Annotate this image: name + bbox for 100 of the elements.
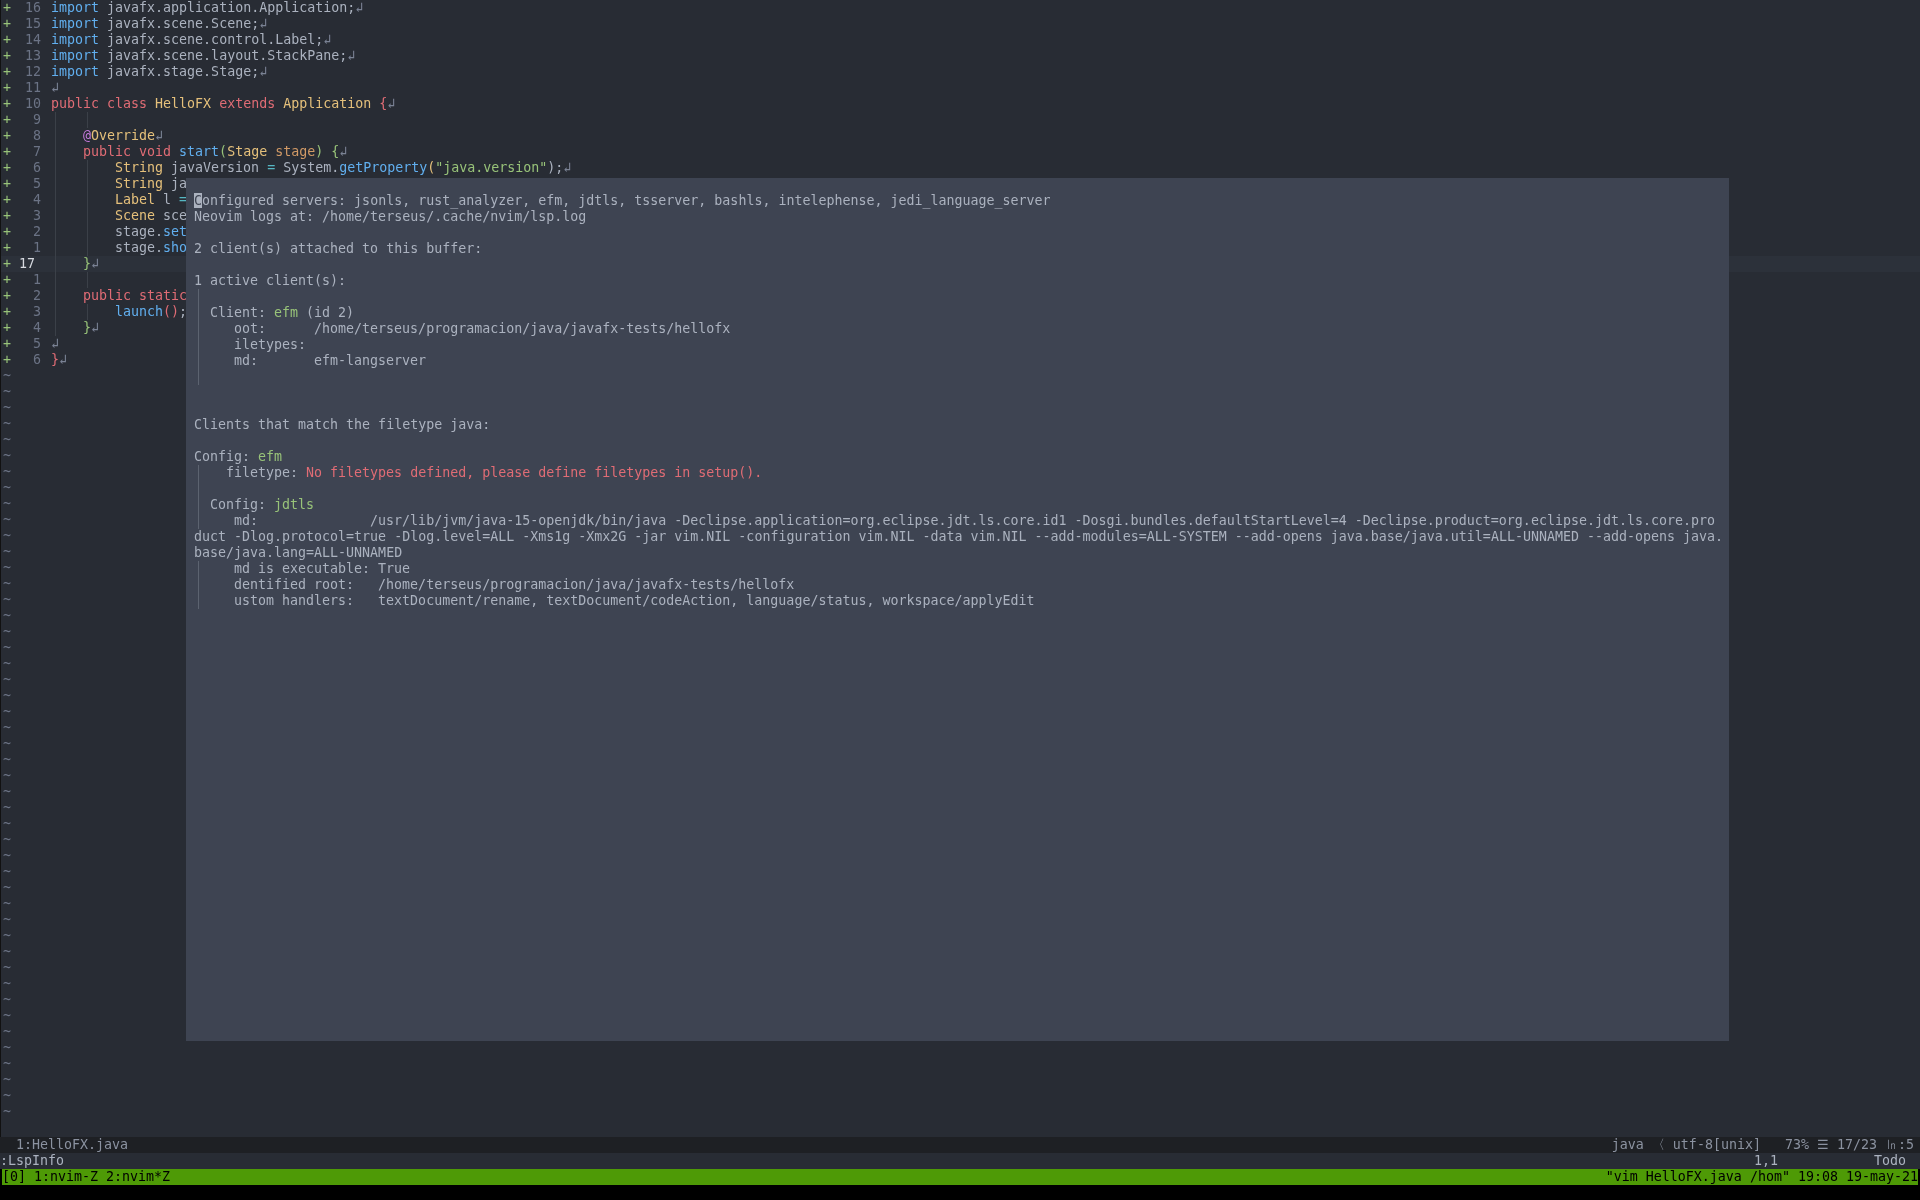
empty-line-marker: ~ — [3, 1088, 11, 1104]
tmux-info: "vim HelloFX.java /hom" 19:08 19-may-21 — [1605, 1169, 1918, 1185]
empty-line-marker: ~ — [3, 528, 11, 544]
popup-line: Neovim logs at: /home/terseus/.cache/nvim/lsp.log — [194, 209, 587, 224]
line-number: 2 — [32, 224, 41, 240]
empty-line-marker: ~ — [3, 400, 11, 416]
empty-line-marker: ~ — [3, 576, 11, 592]
line-number: 6 — [32, 352, 41, 368]
popup-line: 2 client(s) attached to this buffer: — [194, 241, 483, 256]
diff-sign: + — [3, 192, 11, 208]
popup-line: Client: efm (id 2) — [210, 305, 355, 320]
empty-line-marker: ~ — [3, 704, 11, 720]
empty-line-marker: ~ — [3, 368, 11, 384]
empty-line-marker: ~ — [3, 1104, 11, 1120]
empty-line-marker: ~ — [3, 992, 11, 1008]
empty-line-marker: ~ — [3, 464, 11, 480]
diff-sign: + — [3, 336, 11, 352]
diff-sign: + — [3, 208, 11, 224]
diff-sign: + — [3, 160, 11, 176]
diff-sign: + — [3, 352, 11, 368]
line-number: 2 — [32, 288, 41, 304]
empty-line-marker: ~ — [3, 1040, 11, 1056]
code-line: import javafx.application.Application;↲ — [51, 0, 364, 16]
diff-sign: + — [3, 48, 11, 64]
code-line: String javaVersion = System.getProperty("java.version");↲ — [51, 160, 572, 176]
code-line: import javafx.scene.control.Label;↲ — [51, 32, 332, 48]
popup-line: duct -Dlog.protocol=true -Dlog.level=ALL -Xms1g -Xmx2G -jar vim.NIL -configuration vim.NIL -data vim.NIL --add-modules=ALL-SYSTEM --add-opens java.base/java.util=ALL-UNNAMED --add-opens java. — [194, 529, 1724, 544]
line-number: 5 — [32, 336, 41, 352]
line-number: 15 — [24, 16, 41, 32]
code-line: ↲ — [51, 336, 59, 352]
diff-sign: + — [3, 176, 11, 192]
empty-line-marker: ~ — [3, 976, 11, 992]
empty-line-marker: ~ — [3, 544, 11, 560]
empty-line-marker: ~ — [3, 736, 11, 752]
buffer-tab[interactable]: 1:HelloFX.java — [0, 1137, 129, 1153]
empty-line-marker: ~ — [3, 480, 11, 496]
empty-line-marker: ~ — [3, 896, 11, 912]
diff-sign: + — [3, 0, 11, 16]
empty-line-marker: ~ — [3, 1024, 11, 1040]
popup-line: base/java.lang=ALL-UNNAMED — [194, 545, 403, 560]
line-number: 6 — [32, 160, 41, 176]
tmux-windows: [0] 1:nvim-Z 2:nvim*Z — [2, 1169, 171, 1185]
empty-line-marker: ~ — [3, 608, 11, 624]
diff-sign: + — [3, 320, 11, 336]
empty-line-marker: ~ — [3, 880, 11, 896]
empty-line-marker: ~ — [3, 720, 11, 736]
diff-sign: + — [3, 96, 11, 112]
command-text: :LspInfo — [0, 1153, 65, 1169]
line-number: 10 — [24, 96, 41, 112]
diff-sign: + — [3, 272, 11, 288]
empty-line-marker: ~ — [3, 592, 11, 608]
empty-line-marker: ~ — [3, 944, 11, 960]
code-line: Label l = — [51, 192, 188, 208]
diff-sign: + — [3, 64, 11, 80]
line-number: 14 — [24, 32, 41, 48]
line-number: 4 — [32, 192, 41, 208]
line-number: 3 — [32, 304, 41, 320]
line-number: 3 — [32, 208, 41, 224]
cursor-position-info: 73% ☰ 17/23 ㏑:5 — [1784, 1137, 1914, 1153]
popup-line: Config: efm — [194, 449, 283, 464]
empty-line-marker: ~ — [3, 384, 11, 400]
empty-line-marker: ~ — [3, 640, 11, 656]
diff-sign: + — [3, 80, 11, 96]
code-line: }↲ — [51, 352, 68, 368]
empty-line-marker: ~ — [3, 448, 11, 464]
code-line: import javafx.scene.Scene;↲ — [51, 16, 268, 32]
code-line: public void start(Stage stage) {↲ — [51, 144, 348, 160]
popup-line: md: efm-langserver — [234, 353, 427, 368]
diff-sign: + — [3, 224, 11, 240]
line-number: 1 — [32, 272, 41, 288]
code-line: stage.set — [51, 224, 188, 240]
line-number: 7 — [32, 144, 41, 160]
empty-line-marker: ~ — [3, 1008, 11, 1024]
popup-line: oot: /home/terseus/programacion/java/javafx-tests/hellofx — [234, 321, 731, 336]
diff-sign: + — [3, 304, 11, 320]
code-line: stage.sho — [51, 240, 188, 256]
line-number: 11 — [24, 80, 41, 96]
line-number: 13 — [24, 48, 41, 64]
diff-sign: + — [3, 240, 11, 256]
popup-line: md is executable: True — [234, 561, 411, 576]
empty-line-marker: ~ — [3, 784, 11, 800]
empty-line-marker: ~ — [3, 672, 11, 688]
empty-line-marker: ~ — [3, 512, 11, 528]
code-line: public static — [51, 288, 188, 304]
popup-line: Clients that match the filetype java: — [194, 417, 491, 432]
line-number: 4 — [32, 320, 41, 336]
popup-line: ustom handlers: textDocument/rename, textDocument/codeAction, language/status, workspace/applyEdit — [234, 593, 1035, 608]
code-line: String ja — [51, 176, 188, 192]
empty-line-marker: ~ — [3, 800, 11, 816]
popup-line: Configured servers: jsonls, rust_analyzer, efm, jdtls, tsserver, bashls, intelephense, jedi_language_server — [194, 193, 1051, 208]
code-line: import javafx.scene.layout.StackPane;↲ — [51, 48, 356, 64]
diff-sign: + — [3, 288, 11, 304]
code-line: ↲ — [51, 80, 59, 96]
diff-sign: + — [3, 256, 11, 272]
empty-line-marker: ~ — [3, 912, 11, 928]
diff-sign: + — [3, 112, 11, 128]
empty-line-marker: ~ — [3, 752, 11, 768]
code-line: public class HelloFX extends Application {↲ — [51, 96, 396, 112]
popup-line: 1 active client(s): — [194, 273, 347, 288]
code-line: Scene sce — [51, 208, 188, 224]
